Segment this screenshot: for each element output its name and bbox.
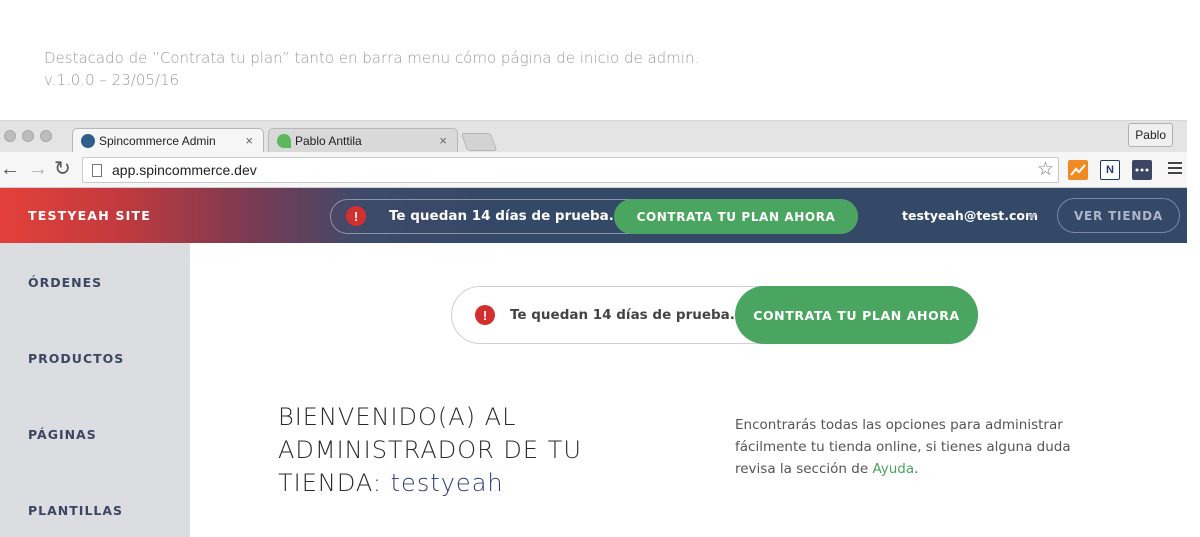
tab-spincommerce-admin[interactable]: Spincommerce Admin × — [72, 128, 264, 153]
site-name[interactable]: TESTYEAH SITE — [28, 208, 151, 223]
sidebar-item-paginas[interactable]: PÁGINAS — [28, 427, 97, 442]
welcome-heading: BIENVENIDO(A) AL ADMINISTRADOR DE TU TIE… — [278, 401, 582, 500]
n-extension-icon[interactable]: N — [1100, 160, 1120, 180]
user-email[interactable]: testyeah@test.com — [902, 208, 1038, 223]
hamburger-menu-icon[interactable] — [1168, 162, 1182, 176]
alert-icon: ! — [475, 305, 495, 325]
address-bar[interactable]: app.spincommerce.dev ☆ — [82, 157, 1059, 183]
window-zoom-dot[interactable] — [40, 130, 52, 142]
welcome-store-label: TIENDA: — [278, 469, 382, 497]
forward-arrow-icon[interactable]: → — [28, 159, 48, 179]
view-store-button[interactable]: VER TIENDA — [1057, 198, 1180, 233]
trial-remaining-text: Te quedan 14 días de prueba. — [510, 307, 735, 323]
welcome-line-3: TIENDA: testyeah — [278, 467, 582, 500]
reload-icon[interactable]: ↻ — [54, 159, 71, 179]
contract-plan-button[interactable]: CONTRATA TU PLAN AHORA — [614, 199, 858, 234]
window-close-dot[interactable] — [4, 130, 16, 142]
sidebar-item-plantillas[interactable]: PLANTILLAS — [28, 503, 123, 518]
page-icon — [92, 163, 102, 177]
trial-remaining-text: Te quedan 14 días de prueba. — [389, 208, 614, 224]
header-trial-banner: ! Te quedan 14 días de prueba. CONTRATA … — [330, 199, 858, 234]
store-name: testyeah — [390, 469, 504, 497]
url-text[interactable]: app.spincommerce.dev — [112, 162, 257, 178]
welcome-line-1: BIENVENIDO(A) AL — [278, 403, 517, 431]
tab-title: Pablo Anttila — [295, 134, 362, 148]
profile-button[interactable]: Pablo — [1128, 123, 1173, 147]
new-tab-button[interactable] — [460, 133, 498, 151]
bookmark-star-icon[interactable]: ☆ — [1037, 160, 1054, 180]
annotation-caption: Destacado de ”Contrata tu plan” tanto en… — [44, 47, 699, 91]
close-icon[interactable]: × — [245, 133, 253, 148]
browser-toolbar: ← → ↻ app.spincommerce.dev ☆ N — [0, 152, 1187, 188]
close-icon[interactable]: × — [439, 133, 447, 148]
browser-tab-strip: Spincommerce Admin × Pablo Anttila × Pab… — [0, 120, 1187, 153]
intro-paragraph: Encontrarás todas las opciones para admi… — [735, 414, 1115, 480]
sidebar-item-productos[interactable]: PRODUCTOS — [28, 351, 124, 366]
intro-period: . — [914, 461, 919, 477]
spincommerce-logo-icon — [81, 134, 95, 148]
analytics-extension-icon[interactable] — [1068, 160, 1088, 180]
sidebar-item-ordenes[interactable]: ÓRDENES — [28, 275, 102, 290]
more-extension-icon[interactable] — [1132, 160, 1152, 180]
alert-icon: ! — [346, 206, 366, 226]
chevron-down-icon[interactable] — [1027, 214, 1037, 219]
tab-pablo-anttila[interactable]: Pablo Anttila × — [268, 128, 458, 153]
sidebar: ÓRDENES PRODUCTOS PÁGINAS PLANTILLAS — [0, 243, 190, 537]
caption-description: Destacado de ”Contrata tu plan” tanto en… — [44, 49, 700, 67]
tab-title: Spincommerce Admin — [99, 134, 216, 148]
contract-plan-button-main[interactable]: CONTRATA TU PLAN AHORA — [735, 286, 978, 344]
window-minimize-dot[interactable] — [22, 130, 34, 142]
main-trial-banner: ! Te quedan 14 días de prueba. CONTRATA … — [451, 286, 978, 344]
welcome-line-2: ADMINISTRADOR DE TU — [278, 436, 582, 464]
leaf-icon — [277, 134, 291, 148]
app-header: TESTYEAH SITE ! Te quedan 14 días de pru… — [0, 188, 1187, 243]
back-arrow-icon[interactable]: ← — [0, 159, 20, 179]
caption-version: v.1.0.0 – 23/05/16 — [44, 71, 180, 89]
help-link[interactable]: Ayuda — [872, 461, 914, 477]
